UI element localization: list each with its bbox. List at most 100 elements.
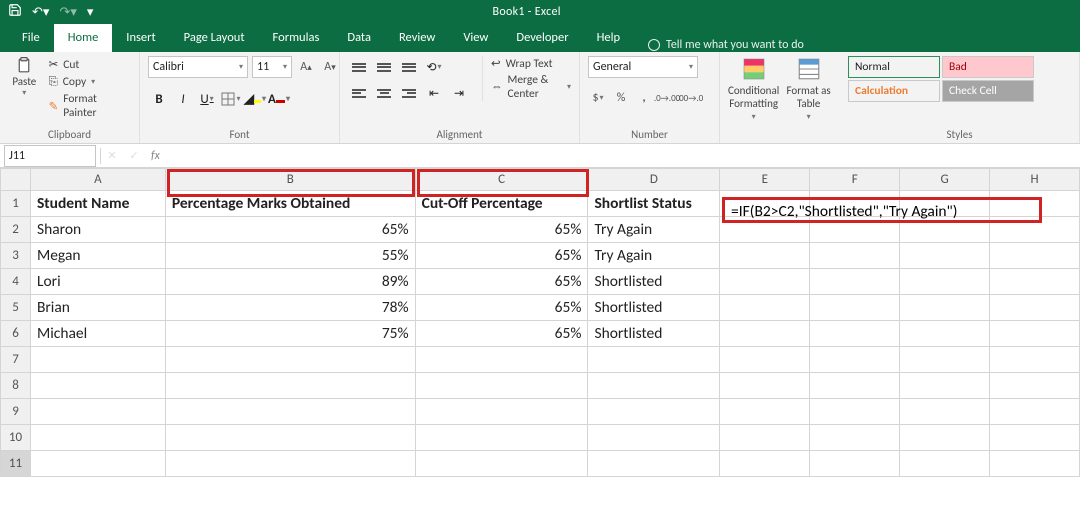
cell-E11[interactable] (720, 451, 810, 477)
row-header-3[interactable]: 3 (1, 243, 31, 269)
orientation-button[interactable]: ⟲▾ (423, 56, 445, 78)
increase-font-icon[interactable]: A▴ (296, 57, 316, 77)
cell-E7[interactable] (720, 347, 810, 373)
merge-center-button[interactable]: ⇔Merge & Center▾ (491, 73, 571, 101)
cell-B10[interactable] (165, 425, 415, 451)
row-header-2[interactable]: 2 (1, 217, 31, 243)
tab-formulas[interactable]: Formulas (259, 24, 334, 52)
cell-H5[interactable] (990, 295, 1080, 321)
cell-B5[interactable]: 78% (165, 295, 415, 321)
cell-F1[interactable] (810, 191, 900, 217)
cell-style-calculation[interactable]: Calculation (848, 80, 940, 102)
cell-E9[interactable] (720, 399, 810, 425)
cell-E6[interactable] (720, 321, 810, 347)
cut-button[interactable]: ✂Cut (47, 56, 131, 73)
cell-H10[interactable] (990, 425, 1080, 451)
cell-E8[interactable] (720, 373, 810, 399)
align-left-button[interactable] (348, 82, 370, 104)
redo-icon[interactable]: ↷▾ (59, 5, 76, 20)
cell-H4[interactable] (990, 269, 1080, 295)
cell-style-check-cell[interactable]: Check Cell (942, 80, 1034, 102)
tab-review[interactable]: Review (385, 24, 449, 52)
cell-A11[interactable] (30, 451, 165, 477)
bold-button[interactable]: B (148, 88, 170, 110)
cell-B8[interactable] (165, 373, 415, 399)
fill-color-button[interactable]: ◢▾ (244, 88, 266, 110)
font-name-select[interactable]: Calibri▾ (148, 56, 248, 78)
column-header-D[interactable]: D (588, 169, 720, 191)
select-all-corner[interactable] (1, 169, 31, 191)
cell-F8[interactable] (810, 373, 900, 399)
format-as-table-button[interactable]: Format as Table▾ (785, 56, 832, 122)
tab-help[interactable]: Help (583, 24, 634, 52)
align-middle-button[interactable] (373, 56, 395, 78)
cell-E10[interactable] (720, 425, 810, 451)
formula-input[interactable] (166, 145, 1080, 167)
cell-F7[interactable] (810, 347, 900, 373)
cell-D10[interactable] (588, 425, 720, 451)
format-painter-button[interactable]: ✎Format Painter (47, 91, 131, 121)
tab-page-layout[interactable]: Page Layout (170, 24, 259, 52)
row-header-11[interactable]: 11 (1, 451, 31, 477)
tab-file[interactable]: File (8, 24, 54, 52)
name-box[interactable]: J11 (4, 145, 96, 167)
tab-home[interactable]: Home (54, 24, 113, 52)
cell-E4[interactable] (720, 269, 810, 295)
cell-A9[interactable] (30, 399, 165, 425)
cell-B4[interactable]: 89% (165, 269, 415, 295)
conditional-formatting-button[interactable]: Conditional Formatting▾ (728, 56, 779, 122)
cell-G4[interactable] (900, 269, 990, 295)
row-header-5[interactable]: 5 (1, 295, 31, 321)
increase-decimal-button[interactable]: .0→.00 (657, 88, 677, 108)
cell-G11[interactable] (900, 451, 990, 477)
worksheet[interactable]: ABCDEFGH1Student NamePercentage Marks Ob… (0, 168, 1080, 477)
column-header-G[interactable]: G (900, 169, 990, 191)
percent-format-button[interactable]: % (611, 88, 631, 108)
cell-C8[interactable] (415, 373, 588, 399)
cell-A6[interactable]: Michael (30, 321, 165, 347)
cell-A3[interactable]: Megan (30, 243, 165, 269)
cell-C9[interactable] (415, 399, 588, 425)
cell-B3[interactable]: 55% (165, 243, 415, 269)
fx-icon[interactable]: fx (145, 149, 166, 163)
cell-G5[interactable] (900, 295, 990, 321)
cell-H2[interactable] (990, 217, 1080, 243)
cell-C2[interactable]: 65% (415, 217, 588, 243)
cell-F6[interactable] (810, 321, 900, 347)
cell-F2[interactable] (810, 217, 900, 243)
tell-me-search[interactable]: Tell me what you want to do (634, 38, 804, 52)
confirm-formula-icon[interactable]: ✓ (123, 149, 145, 162)
decrease-decimal-button[interactable]: .00→.0 (680, 88, 700, 108)
cell-A7[interactable] (30, 347, 165, 373)
cell-G9[interactable] (900, 399, 990, 425)
cell-H11[interactable] (990, 451, 1080, 477)
underline-button[interactable]: U▾ (196, 88, 218, 110)
save-icon[interactable] (8, 3, 22, 21)
align-right-button[interactable] (398, 82, 420, 104)
cell-B9[interactable] (165, 399, 415, 425)
column-header-F[interactable]: F (810, 169, 900, 191)
copy-button[interactable]: ⎘Copy▾ (47, 74, 131, 90)
cell-B6[interactable]: 75% (165, 321, 415, 347)
cell-D4[interactable]: Shortlisted (588, 269, 720, 295)
font-color-button[interactable]: A▾ (268, 88, 290, 110)
cell-F11[interactable] (810, 451, 900, 477)
italic-button[interactable]: I (172, 88, 194, 110)
cell-D11[interactable] (588, 451, 720, 477)
cell-D3[interactable]: Try Again (588, 243, 720, 269)
borders-button[interactable]: ▾ (220, 88, 242, 110)
cell-G1[interactable] (900, 191, 990, 217)
cell-style-bad[interactable]: Bad (942, 56, 1034, 78)
cell-H9[interactable] (990, 399, 1080, 425)
undo-icon[interactable]: ↶▾ (32, 5, 49, 20)
row-header-4[interactable]: 4 (1, 269, 31, 295)
cell-C1[interactable]: Cut-Off Percentage (415, 191, 588, 217)
cell-D2[interactable]: Try Again (588, 217, 720, 243)
cell-H7[interactable] (990, 347, 1080, 373)
cell-C11[interactable] (415, 451, 588, 477)
cell-F10[interactable] (810, 425, 900, 451)
decrease-font-icon[interactable]: A▾ (320, 57, 340, 77)
cell-D8[interactable] (588, 373, 720, 399)
cell-G6[interactable] (900, 321, 990, 347)
column-header-A[interactable]: A (30, 169, 165, 191)
